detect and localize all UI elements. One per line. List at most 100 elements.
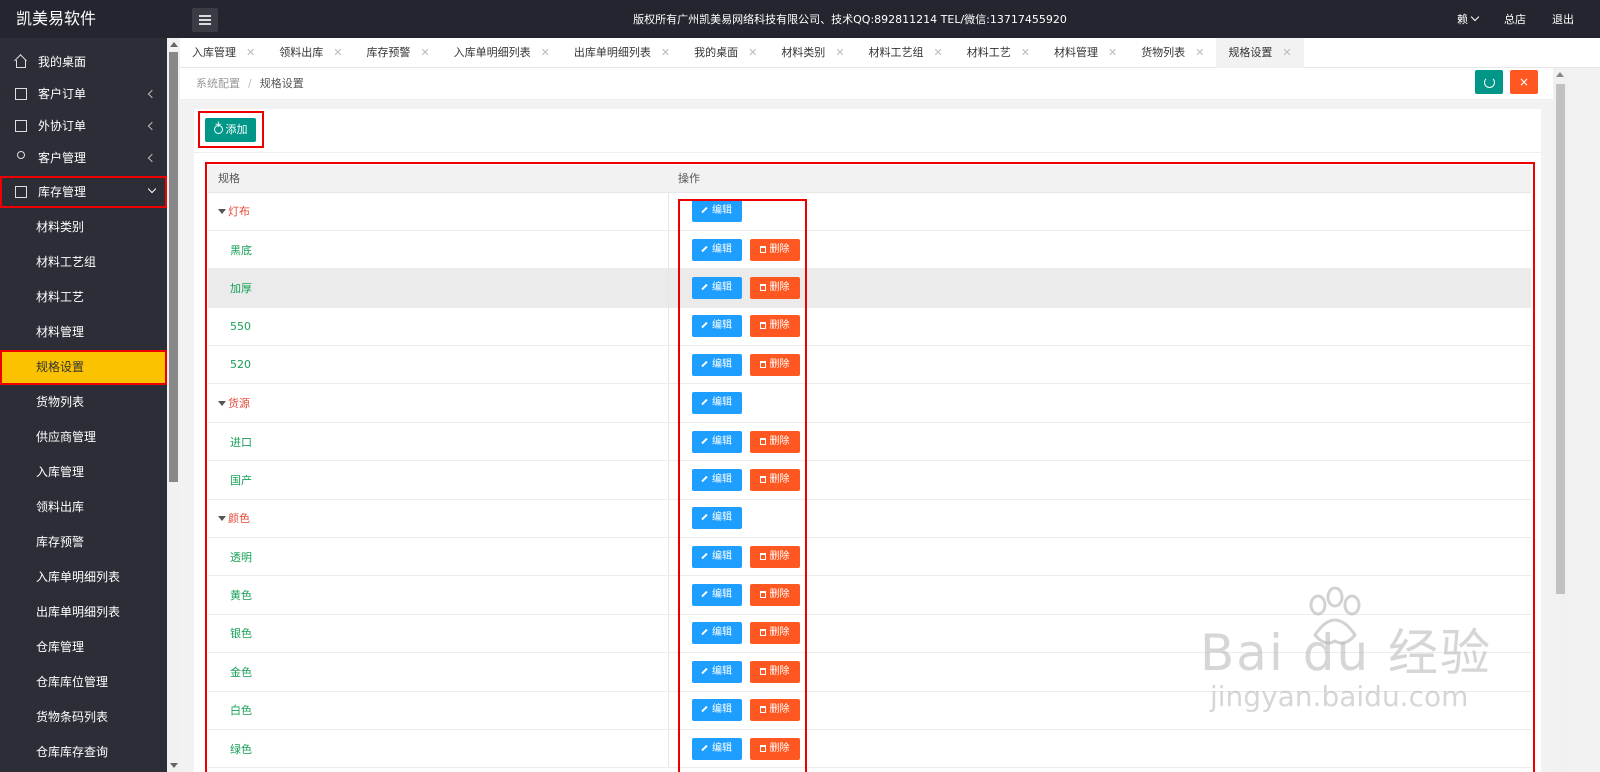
edit-button[interactable]: 编辑: [691, 276, 742, 299]
delete-button[interactable]: 删除: [749, 468, 800, 491]
caret-down-icon[interactable]: [218, 516, 226, 522]
scroll-up-icon[interactable]: [1556, 72, 1564, 77]
sidebar-item-customer-orders[interactable]: 客户订单: [0, 78, 167, 110]
sidebar-item-inventory[interactable]: 库存管理: [0, 176, 167, 208]
tab-item[interactable]: 材料工艺 ✕: [955, 38, 1042, 68]
sidebar-subitem[interactable]: 材料管理: [0, 315, 167, 350]
sidebar-item-desktop[interactable]: 我的桌面: [0, 46, 167, 78]
edit-button[interactable]: 编辑: [691, 392, 742, 415]
sidebar-subitem-active[interactable]: 规格设置: [0, 350, 167, 385]
delete-button[interactable]: 删除: [749, 238, 800, 261]
scroll-up-icon[interactable]: [170, 42, 178, 47]
sidebar-item-customer-management[interactable]: 客户管理: [0, 142, 167, 174]
tab-item[interactable]: 材料类别 ✕: [769, 38, 856, 68]
logout-link[interactable]: 退出: [1552, 11, 1574, 27]
tab-item[interactable]: 领料出库 ✕: [267, 38, 354, 68]
sidebar-item-label: 库存管理: [38, 185, 87, 199]
delete-button[interactable]: 删除: [749, 622, 800, 645]
breadcrumb-parent[interactable]: 系统配置: [196, 77, 240, 90]
sidebar-subitem[interactable]: 仓库库存查询: [0, 735, 167, 770]
edit-button[interactable]: 编辑: [691, 507, 742, 530]
delete-button[interactable]: 删除: [749, 315, 800, 338]
sidebar-subitem[interactable]: 材料工艺组: [0, 245, 167, 280]
tab-item[interactable]: 材料工艺组 ✕: [857, 38, 955, 68]
sidebar-subitem[interactable]: 供应商管理: [0, 420, 167, 455]
spec-group-name[interactable]: 货源: [218, 397, 250, 410]
spec-group-name[interactable]: 颜色: [218, 512, 250, 525]
sidebar-subitem[interactable]: 库存预警: [0, 525, 167, 560]
edit-button[interactable]: 编辑: [691, 315, 742, 338]
close-icon[interactable]: ✕: [541, 46, 550, 59]
sidebar-subitem[interactable]: 入库管理: [0, 455, 167, 490]
menu-toggle-button[interactable]: [192, 8, 218, 32]
edit-button[interactable]: 编辑: [691, 353, 742, 376]
sidebar-subitem[interactable]: 货物列表: [0, 385, 167, 420]
edit-button[interactable]: 编辑: [691, 622, 742, 645]
tab-active[interactable]: 规格设置 ✕: [1216, 38, 1304, 68]
sidebar-item-outsource-orders[interactable]: 外协订单: [0, 110, 167, 142]
tab-item[interactable]: 货物列表 ✕: [1129, 38, 1216, 68]
tab-item[interactable]: 材料管理 ✕: [1042, 38, 1129, 68]
caret-down-icon[interactable]: [218, 209, 226, 215]
sidebar-subitem[interactable]: 货物条码列表: [0, 700, 167, 735]
sidebar-subitem[interactable]: 入库单明细列表: [0, 560, 167, 595]
sidebar-subitem[interactable]: 仓库管理: [0, 630, 167, 665]
delete-button[interactable]: 删除: [749, 584, 800, 607]
close-icon[interactable]: ✕: [246, 46, 255, 59]
caret-down-icon[interactable]: [218, 401, 226, 407]
delete-button[interactable]: 删除: [749, 276, 800, 299]
edit-button[interactable]: 编辑: [691, 699, 742, 722]
close-icon[interactable]: ✕: [748, 46, 757, 59]
close-icon[interactable]: ✕: [333, 46, 342, 59]
close-icon[interactable]: ✕: [1021, 46, 1030, 59]
edit-button[interactable]: 编辑: [691, 545, 742, 568]
spec-item-name: 550: [218, 320, 251, 333]
close-page-button[interactable]: ×: [1510, 70, 1538, 94]
tab-label: 规格设置: [1228, 46, 1273, 59]
scroll-thumb[interactable]: [169, 52, 178, 482]
sidebar-subitem[interactable]: 出库单明细列表: [0, 595, 167, 630]
sidebar-subitem[interactable]: 仓库库位管理: [0, 665, 167, 700]
edit-button[interactable]: 编辑: [691, 737, 742, 760]
scroll-thumb[interactable]: [1556, 84, 1565, 594]
spec-group-name[interactable]: 灯布: [218, 205, 250, 218]
tab-item[interactable]: 库存预警 ✕: [354, 38, 441, 68]
edit-button[interactable]: 编辑: [691, 660, 742, 683]
edit-button[interactable]: 编辑: [691, 430, 742, 453]
close-icon[interactable]: ✕: [934, 46, 943, 59]
spec-name-text: 黑底: [230, 243, 252, 257]
delete-button[interactable]: 删除: [749, 737, 800, 760]
close-icon[interactable]: ✕: [835, 46, 844, 59]
delete-button[interactable]: 删除: [749, 699, 800, 722]
close-icon[interactable]: ✕: [420, 46, 429, 59]
sidebar-scrollbar[interactable]: [167, 38, 180, 772]
refresh-button[interactable]: [1475, 70, 1503, 94]
tab-item[interactable]: 出库单明细列表 ✕: [562, 38, 682, 68]
tab-item[interactable]: 入库单明细列表 ✕: [442, 38, 562, 68]
delete-button[interactable]: 删除: [749, 660, 800, 683]
tab-item[interactable]: 入库管理 ✕: [180, 38, 267, 68]
edit-button[interactable]: 编辑: [691, 238, 742, 261]
actions-cell: 编辑: [668, 499, 1531, 539]
close-icon[interactable]: ✕: [1108, 46, 1117, 59]
add-button[interactable]: 添加: [205, 118, 256, 142]
user-menu[interactable]: 赖: [1457, 11, 1480, 27]
delete-button[interactable]: 删除: [749, 430, 800, 453]
edit-label: 编辑: [712, 589, 732, 601]
close-icon[interactable]: ✕: [1282, 46, 1291, 59]
store-link[interactable]: 总店: [1504, 11, 1526, 27]
close-icon[interactable]: ✕: [661, 46, 670, 59]
edit-button[interactable]: 编辑: [691, 584, 742, 607]
edit-label: 编辑: [712, 665, 732, 677]
sidebar-subitem[interactable]: 材料类别: [0, 210, 167, 245]
sidebar-subitem[interactable]: 领料出库: [0, 490, 167, 525]
sidebar-subitem[interactable]: 材料工艺: [0, 280, 167, 315]
close-icon[interactable]: ✕: [1195, 46, 1204, 59]
scroll-down-icon[interactable]: [170, 763, 178, 768]
tab-item[interactable]: 我的桌面 ✕: [682, 38, 769, 68]
edit-button[interactable]: 编辑: [691, 468, 742, 491]
main-scrollbar[interactable]: [1553, 68, 1568, 772]
edit-button[interactable]: 编辑: [691, 200, 742, 223]
delete-button[interactable]: 删除: [749, 353, 800, 376]
delete-button[interactable]: 删除: [749, 545, 800, 568]
